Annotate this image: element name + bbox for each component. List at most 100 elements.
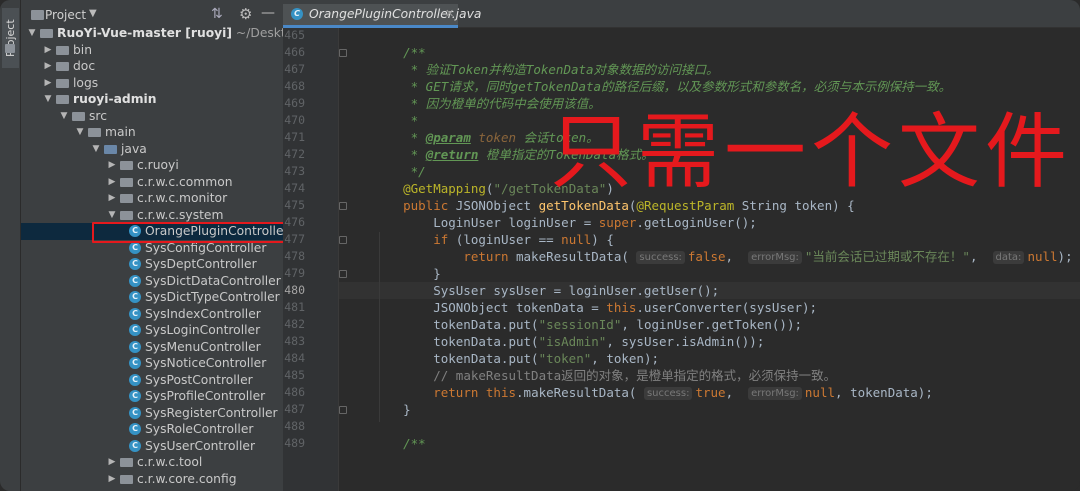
class-icon: C [129,241,141,254]
chevron-down-icon[interactable]: ▼ [107,207,117,224]
code-line: } [373,402,411,417]
chevron-down-icon[interactable]: ▼ [59,108,69,125]
project-tool-button[interactable]: Project [2,8,19,68]
tree-item-folder[interactable]: ▶ doc [21,58,283,75]
chevron-down-icon[interactable]: ▼ [27,25,37,42]
folder-icon [104,144,117,154]
chevron-right-icon[interactable]: ▶ [43,42,53,59]
fold-marker-icon[interactable] [339,406,347,414]
tree-item-label: c.r.w.c.monitor [137,191,228,205]
line-number: 478 [284,249,305,263]
line-number: 474 [284,181,305,195]
line-number: 483 [284,334,305,348]
code-line: JSONObject tokenData = this.userConverte… [373,300,818,315]
tree-item-folder[interactable]: ▶ c.r.w.c.tool [21,454,283,471]
line-number: 482 [284,317,305,331]
fold-marker-icon[interactable] [339,270,347,278]
code-line: // makeResultData返回的对象，是橙单指定的格式，必须保持一致。 [433,368,837,383]
collapse-all-icon[interactable]: ⇅ [211,6,223,22]
tree-item-label: RuoYi-Vue-master [ruoyi] ~/Desktop/M [57,25,283,42]
close-icon[interactable]: ✕ [445,4,454,24]
tree-item-class[interactable]: C SysUserController [21,438,283,455]
overlay-caption: 只需一个文件 [550,105,1073,200]
tree-item-label: SysPostController [145,372,253,387]
folder-icon [88,128,101,137]
code-line: * GET请求，同时getTokenData的路径后缀，以及参数形式和参数名，必… [403,79,952,94]
line-number: 489 [284,436,305,450]
gear-icon[interactable]: ⚙ [239,5,252,23]
chevron-down-icon[interactable]: ▼ [43,91,53,108]
folder-icon [31,10,44,20]
tree-item-label: main [105,125,136,139]
project-panel-header: Project ▼ ⇅ ⚙ — [21,5,283,27]
tree-item-class[interactable]: C SysProfileController [21,388,283,405]
folder-icon [56,78,69,88]
tree-item-folder[interactable]: ▼ java [21,141,283,158]
fold-marker-icon[interactable] [339,236,347,244]
fold-marker-icon[interactable] [339,49,347,57]
chevron-right-icon[interactable]: ▶ [107,157,117,174]
chevron-right-icon[interactable]: ▶ [107,190,117,207]
chevron-right-icon[interactable]: ▶ [107,174,117,191]
code-line: * 验证Token并构造TokenData对象数据的访问接口。 [403,62,719,77]
tree-item-folder[interactable]: ▶ c.ruoyi [21,157,283,174]
code-area[interactable]: /** * 验证Token并构造TokenData对象数据的访问接口。 * GE… [373,28,1073,491]
line-number-gutter: 465 466 467 468 469 470 471 472 473 474 475 476 477 4… [283,28,339,491]
chevron-right-icon[interactable]: ▶ [107,471,117,488]
editor-tab-bar: C OrangePluginController.java ✕ [283,0,1080,28]
tree-item-class[interactable]: C SysDeptController [21,256,283,273]
tree-item-class[interactable]: C SysRoleController [21,421,283,438]
folder-icon [40,29,53,38]
tab-orange-plugin-controller[interactable]: C OrangePluginController.java ✕ [283,4,481,28]
line-number: 481 [284,300,305,314]
package-icon [120,194,133,203]
minimize-icon[interactable]: — [261,5,275,21]
package-icon [120,177,133,187]
tree-item-class[interactable]: C SysDictTypeController [21,289,283,306]
tree-item-class[interactable]: C SysPostController [21,372,283,389]
chevron-right-icon[interactable]: ▶ [43,75,53,92]
tree-item-label: logs [73,75,99,90]
folder-icon [5,44,15,53]
line-number: 475 [284,198,305,212]
chevron-down-icon[interactable]: ▼ [75,124,85,141]
code-line: /** [403,45,426,60]
class-icon: C [129,439,141,452]
tree-item-class[interactable]: C SysNoticeController [21,355,283,372]
code-line: tokenData.put("sessionId", loginUser.get… [373,317,802,332]
folder-icon [72,111,85,121]
tree-item-folder[interactable]: ▼ c.r.w.c.system [21,207,283,224]
project-view-selector[interactable]: Project [45,8,86,22]
tree-item-label: c.r.w.c.tool [137,455,203,469]
tree-item-class[interactable]: C SysDictDataController [21,273,283,290]
tree-item-class[interactable]: C SysIndexController [21,306,283,323]
chevron-right-icon[interactable]: ▶ [43,58,53,75]
tree-item-folder[interactable]: ▼ src [21,108,283,125]
line-number: 485 [284,368,305,382]
tree-item-label: SysDeptController [145,257,257,271]
tree-item-folder[interactable]: ▶ c.r.w.core.config [21,471,283,488]
tree-item-folder[interactable]: ▶ logs [21,75,283,92]
tree-item-folder[interactable]: ▼ main [21,124,283,141]
tree-item-label: src [89,108,107,123]
tool-window-strip: Project [0,0,21,491]
chevron-down-icon[interactable]: ▼ [91,141,101,158]
fold-marker-icon[interactable] [339,202,347,210]
class-icon: C [129,373,141,386]
tree-item-folder[interactable]: ▼ RuoYi-Vue-master [ruoyi] ~/Desktop/M [21,25,283,42]
chevron-right-icon[interactable]: ▶ [107,454,117,471]
tree-item-folder[interactable]: ▶ c.r.w.c.common [21,174,283,191]
code-line: /** [403,436,426,451]
tree-item-folder[interactable]: ▶ c.r.w.c.monitor [21,190,283,207]
tree-item-folder[interactable]: ▶ bin [21,42,283,59]
chevron-down-icon[interactable]: ▼ [89,8,97,19]
class-icon: C [129,390,141,402]
tree-item-class[interactable]: C SysRegisterController [21,405,283,422]
tree-item-class[interactable]: C SysLoginController [21,322,283,339]
tree-item-folder[interactable]: ▼ ruoyi-admin [21,91,283,108]
tree-item-label: SysDictDataController [145,273,281,288]
highlight-box [92,222,287,243]
code-line: } [373,266,441,281]
code-line: SysUser sysUser = loginUser.getUser(); [373,283,720,298]
tree-item-class[interactable]: C SysMenuController [21,339,283,356]
